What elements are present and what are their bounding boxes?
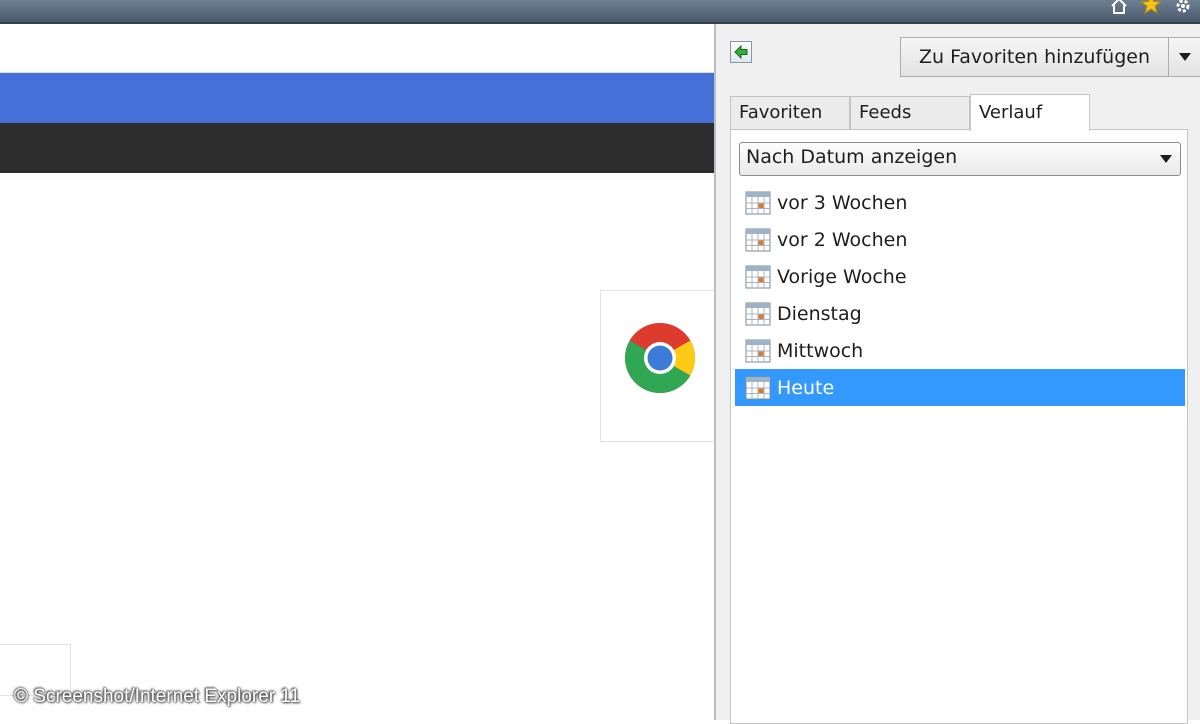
triangle-down-icon [1160, 155, 1172, 163]
add-to-favorites-dropdown-button[interactable] [1169, 37, 1200, 77]
web-page-area [0, 24, 715, 720]
calendar-icon [745, 265, 771, 288]
calendar-icon [745, 191, 771, 214]
calendar-icon [745, 228, 771, 251]
calendar-icon [745, 302, 771, 325]
history-item-vor-2-wochen[interactable]: vor 2 Wochen [735, 221, 1185, 258]
history-item-label: Vorige Woche [777, 265, 907, 288]
favorites-center-pane: Zu Favoriten hinzufügen Favoriten Feeds … [714, 24, 1200, 724]
chrome-logo-icon [625, 323, 695, 393]
triangle-down-icon [1179, 53, 1191, 61]
add-to-favorites-button[interactable]: Zu Favoriten hinzufügen [900, 37, 1169, 77]
history-item-label: vor 3 Wochen [777, 191, 908, 214]
history-item-dienstag[interactable]: Dienstag [735, 295, 1185, 332]
view-by-select-value: Nach Datum anzeigen [746, 146, 958, 168]
add-to-favorites-control: Zu Favoriten hinzufügen [900, 37, 1200, 77]
chrome-app-tile[interactable] [600, 290, 715, 442]
calendar-icon [745, 339, 771, 362]
tab-favoriten[interactable]: Favoriten [730, 96, 850, 130]
toolbar-icons [1108, 0, 1194, 14]
tab-feeds[interactable]: Feeds [850, 96, 970, 130]
window-titlebar [0, 0, 1200, 24]
tab-label: Favoriten [739, 102, 823, 123]
page-header-strip [0, 24, 714, 73]
pin-panel-icon[interactable] [730, 41, 752, 63]
tab-label: Verlauf [979, 102, 1043, 123]
view-by-select[interactable]: Nach Datum anzeigen [739, 142, 1181, 176]
history-panel: Nach Datum anzeigen vor 3 Wochen vor 2 W… [730, 129, 1188, 724]
history-item-vor-3-wochen[interactable]: vor 3 Wochen [735, 184, 1185, 221]
history-item-mittwoch[interactable]: Mittwoch [735, 332, 1185, 369]
favorites-tabs: Favoriten Feeds Verlauf [730, 94, 1188, 131]
screenshot-watermark: © Screenshot/Internet Explorer 11 [14, 686, 301, 707]
add-to-favorites-label: Zu Favoriten hinzufügen [918, 46, 1150, 68]
home-icon[interactable] [1108, 0, 1130, 14]
history-list: vor 3 Wochen vor 2 Wochen Vorige Woche D… [735, 184, 1185, 406]
page-dark-bar [0, 123, 714, 173]
gear-icon[interactable] [1172, 0, 1194, 14]
history-item-label: Heute [777, 376, 835, 399]
tab-label: Feeds [859, 102, 912, 123]
history-item-label: vor 2 Wochen [777, 228, 908, 251]
history-item-label: Dienstag [777, 302, 862, 325]
star-icon[interactable] [1140, 0, 1162, 14]
history-item-heute[interactable]: Heute [735, 369, 1185, 406]
calendar-icon [745, 376, 771, 399]
history-item-vorige-woche[interactable]: Vorige Woche [735, 258, 1185, 295]
history-item-label: Mittwoch [777, 339, 864, 362]
tab-verlauf[interactable]: Verlauf [970, 94, 1090, 131]
page-blue-bar [0, 73, 714, 123]
